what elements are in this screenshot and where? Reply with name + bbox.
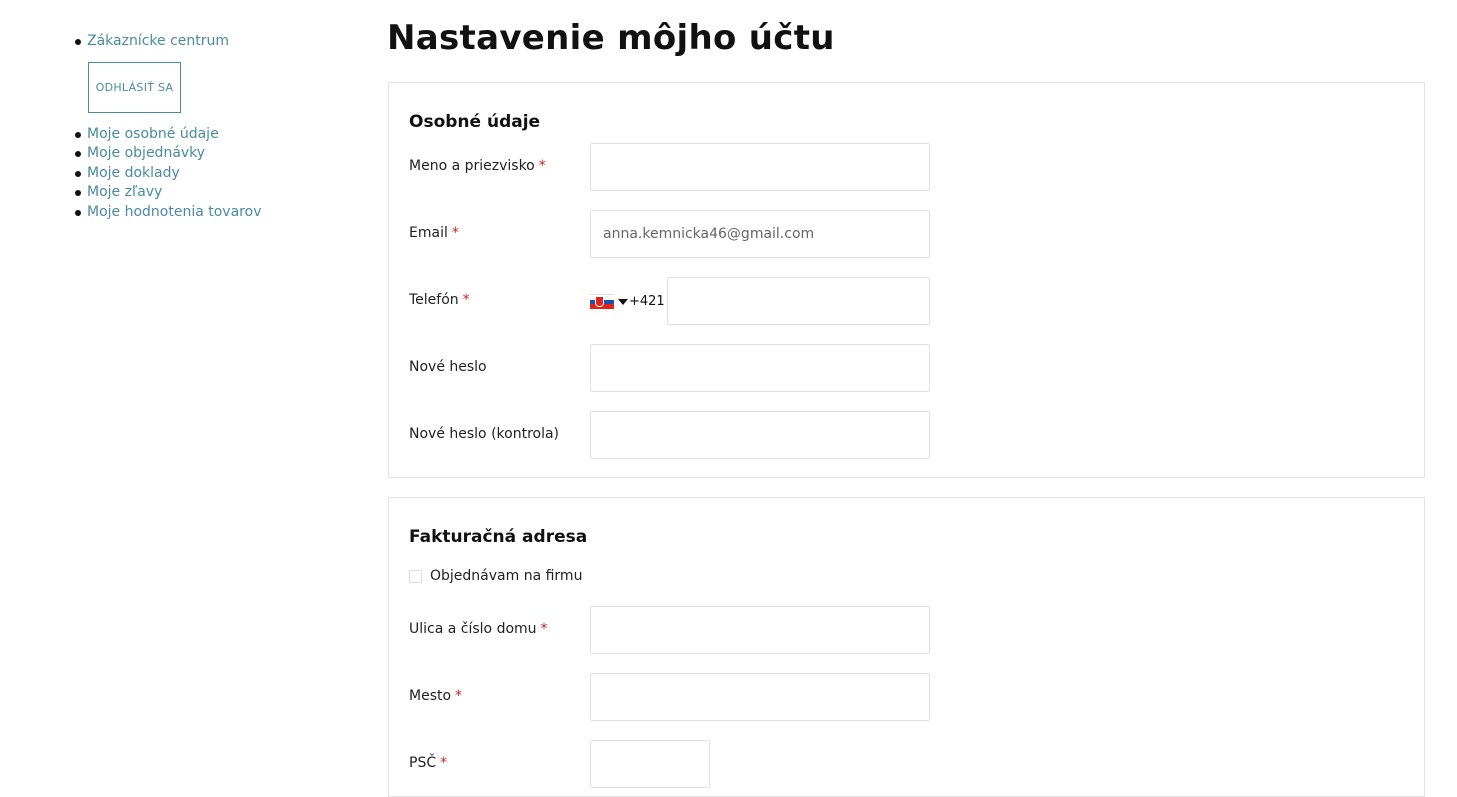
product-reviews-link[interactable]: Moje hodnotenia tovarov	[87, 204, 261, 220]
sidebar-item-orders: Moje objednávky	[75, 144, 335, 164]
required-marker: *	[540, 621, 548, 637]
documents-link[interactable]: Moje doklady	[87, 165, 180, 181]
page-title: Nastavenie môjho účtu	[387, 18, 835, 58]
sidebar-item-documents: Moje doklady	[75, 164, 335, 184]
email-input[interactable]	[590, 210, 930, 258]
required-marker: *	[451, 225, 459, 241]
email-label-text: Email	[409, 225, 448, 241]
sidebar-item-personal-data: Moje osobné údaje	[75, 125, 335, 145]
chevron-down-icon	[618, 298, 628, 305]
orders-link[interactable]: Moje objednávky	[87, 145, 205, 161]
personal-data-card: Osobné údaje Meno a priezvisko* Email* T…	[388, 82, 1425, 478]
phone-label-text: Telefón	[409, 292, 459, 308]
sidebar-menu: Moje osobné údaje Moje objednávky Moje d…	[75, 125, 335, 223]
zip-label: PSČ *	[409, 755, 447, 771]
company-order-row: Objednávam na firmu	[409, 568, 582, 584]
slovakia-flag-icon	[590, 294, 614, 310]
phone-country-selector[interactable]: +421	[590, 294, 665, 310]
city-label-text: Mesto	[409, 688, 452, 704]
city-label: Mesto *	[409, 688, 462, 704]
required-marker: *	[462, 292, 470, 308]
account-sidebar: Zákaznícke centrum ODHLÁSIŤ SA Moje osob…	[75, 32, 335, 222]
street-input[interactable]	[590, 606, 930, 654]
new-password-check-label: Nové heslo (kontrola)	[409, 426, 560, 442]
new-password-label: Nové heslo	[409, 359, 487, 375]
required-marker: *	[455, 688, 463, 704]
new-password-input[interactable]	[590, 344, 930, 392]
phone-prefix: +421	[629, 294, 665, 309]
customer-center-link[interactable]: Zákaznícke centrum	[87, 33, 229, 49]
name-label: Meno a priezvisko *	[409, 158, 546, 174]
billing-address-card: Fakturačná adresa Objednávam na firmu Ul…	[388, 497, 1425, 797]
name-input[interactable]	[590, 143, 930, 191]
logout-button[interactable]: ODHLÁSIŤ SA	[88, 61, 181, 113]
required-marker: *	[538, 158, 546, 174]
billing-address-heading: Fakturačná adresa	[409, 527, 588, 547]
phone-label: Telefón *	[409, 292, 470, 308]
city-input[interactable]	[590, 673, 930, 721]
company-order-label: Objednávam na firmu	[430, 568, 583, 584]
zip-input[interactable]	[590, 740, 710, 788]
sidebar-top-list: Zákaznícke centrum	[75, 32, 335, 52]
required-marker: *	[440, 755, 448, 771]
personal-data-heading: Osobné údaje	[409, 112, 541, 132]
phone-input[interactable]	[667, 277, 930, 325]
name-label-text: Meno a priezvisko	[409, 158, 535, 174]
discounts-link[interactable]: Moje zľavy	[87, 184, 162, 200]
street-label: Ulica a číslo domu *	[409, 621, 548, 637]
street-label-text: Ulica a číslo domu	[409, 621, 537, 637]
sidebar-item-product-reviews: Moje hodnotenia tovarov	[75, 203, 335, 223]
sidebar-item-discounts: Moje zľavy	[75, 183, 335, 203]
new-password-check-input[interactable]	[590, 411, 930, 459]
company-order-checkbox[interactable]	[409, 569, 422, 583]
zip-label-text: PSČ	[409, 755, 437, 771]
sidebar-item-customer-center: Zákaznícke centrum	[75, 32, 335, 52]
personal-data-link[interactable]: Moje osobné údaje	[87, 126, 219, 142]
email-label: Email *	[409, 225, 459, 241]
